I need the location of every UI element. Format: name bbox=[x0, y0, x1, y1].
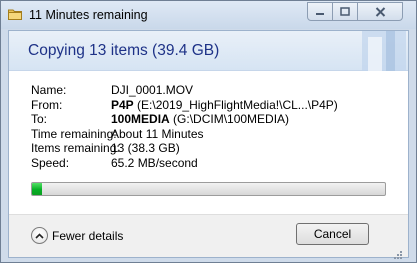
fewer-details-button[interactable] bbox=[31, 227, 48, 244]
chevron-up-icon bbox=[35, 232, 44, 239]
glass-decoration-icon bbox=[362, 31, 406, 71]
copy-folder-icon bbox=[8, 9, 22, 20]
speed-row: Speed: 65.2 MB/second bbox=[31, 156, 338, 171]
title-bar[interactable]: 11 Minutes remaining bbox=[1, 1, 416, 29]
resize-grip-icon[interactable] bbox=[393, 250, 403, 260]
to-folder-link[interactable]: 100MEDIA bbox=[111, 112, 170, 126]
items-remaining-row: Items remaining: 13 (38.3 GB) bbox=[31, 141, 338, 156]
from-row: From: P4P (E:\2019_HighFlightMedia!\CL..… bbox=[31, 98, 338, 113]
progress-fill bbox=[32, 183, 42, 195]
copy-progress-bar bbox=[31, 182, 386, 196]
copy-details: Name: DJI_0001.MOV From: P4P (E:\2019_Hi… bbox=[31, 83, 338, 171]
window-title: 11 Minutes remaining bbox=[29, 8, 148, 22]
from-value: P4P (E:\2019_HighFlightMedia!\CL...\P4P) bbox=[111, 98, 338, 113]
items-remaining-label: Items remaining: bbox=[31, 141, 120, 156]
close-icon bbox=[375, 6, 385, 17]
maximize-icon bbox=[340, 7, 350, 16]
time-remaining-value: About 11 Minutes bbox=[111, 126, 204, 141]
to-path: (G:\DCIM\100MEDIA) bbox=[173, 112, 290, 127]
to-value: 100MEDIA (G:\DCIM\100MEDIA) bbox=[111, 112, 289, 127]
maximize-button[interactable] bbox=[332, 2, 358, 21]
from-folder-link[interactable]: P4P bbox=[111, 98, 134, 112]
dialog-content: Copying 13 items (39.4 GB) Name: DJI_000… bbox=[8, 30, 409, 258]
cancel-button[interactable]: Cancel bbox=[296, 223, 369, 245]
page-title: Copying 13 items (39.4 GB) bbox=[28, 42, 220, 59]
from-label: From: bbox=[31, 97, 63, 112]
fewer-details-label[interactable]: Fewer details bbox=[52, 229, 123, 243]
minimize-button[interactable] bbox=[307, 2, 333, 21]
name-value: DJI_0001.MOV bbox=[111, 83, 194, 97]
from-path: (E:\2019_HighFlightMedia!\CL...\P4P) bbox=[137, 97, 338, 112]
to-label: To: bbox=[31, 112, 48, 127]
close-button[interactable] bbox=[357, 2, 403, 21]
name-label: Name: bbox=[31, 83, 67, 97]
time-remaining-row: Time remaining: About 11 Minutes bbox=[31, 127, 338, 142]
time-remaining-label: Time remaining: bbox=[31, 126, 117, 141]
name-row: Name: DJI_0001.MOV bbox=[31, 83, 338, 98]
header-band: Copying 13 items (39.4 GB) bbox=[9, 31, 408, 71]
fewer-details-toggle[interactable]: Fewer details bbox=[31, 227, 123, 244]
to-row: To: 100MEDIA (G:\DCIM\100MEDIA) bbox=[31, 112, 338, 127]
speed-label: Speed: bbox=[31, 155, 70, 170]
items-remaining-value: 13 (38.3 GB) bbox=[111, 141, 180, 156]
speed-value: 65.2 MB/second bbox=[111, 155, 198, 170]
copy-progress-window: 11 Minutes remaining Copying 13 items (3… bbox=[0, 0, 417, 263]
dialog-footer: Fewer details Cancel bbox=[9, 214, 408, 257]
minimize-icon bbox=[316, 12, 324, 15]
